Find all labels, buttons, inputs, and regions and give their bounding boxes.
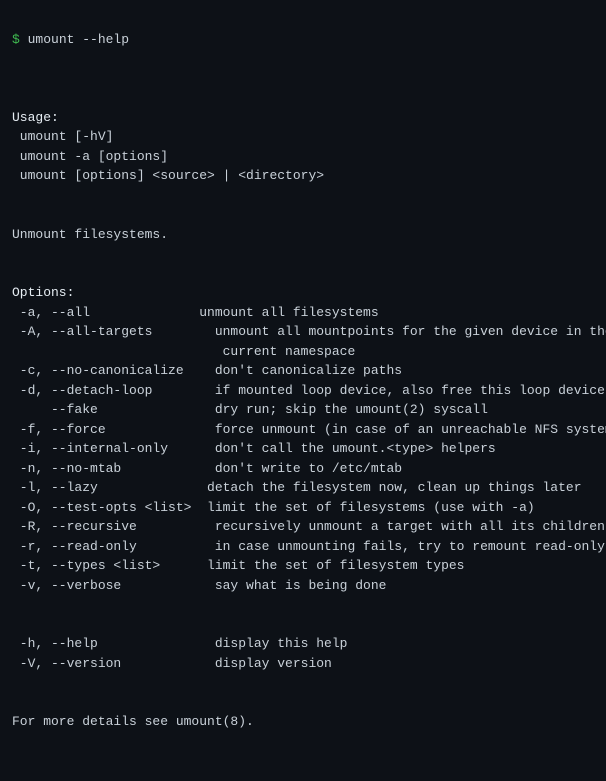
option-fake: --fake dry run; skip the umount(2) sysca… [12,402,488,417]
option-recursive: -R, --recursive recursively unmount a ta… [12,519,605,534]
footer-text: For more details see umount(8). [12,714,254,729]
option-force: -f, --force force unmount (in case of an… [12,422,606,437]
option-all: -a, --all unmount all filesystems [12,305,379,320]
option-lazy: -l, --lazy detach the filesystem now, cl… [12,480,582,495]
option-verbose: -v, --verbose say what is being done [12,578,386,593]
option-help: -h, --help display this help [12,636,347,651]
option-test-opts: -O, --test-opts <list> limit the set of … [12,500,535,515]
option-no-mtab: -n, --no-mtab don't write to /etc/mtab [12,461,402,476]
prompt-line: $ umount --help [12,32,129,47]
option-types: -t, --types <list> limit the set of file… [12,558,464,573]
usage-line-2: umount -a [options] [12,149,168,164]
prompt-symbol: $ [12,32,20,47]
usage-label: Usage: [12,110,59,125]
option-version: -V, --version display version [12,656,332,671]
usage-line-3: umount [options] <source> | <directory> [12,168,324,183]
option-read-only: -r, --read-only in case unmounting fails… [12,539,605,554]
option-all-targets-cont: current namespace [12,344,355,359]
options-label: Options: [12,285,74,300]
option-no-canon: -c, --no-canonicalize don't canonicalize… [12,363,402,378]
terminal-window: $ umount --help Usage: umount [-hV] umou… [12,10,594,771]
description: Unmount filesystems. [12,227,168,242]
option-internal: -i, --internal-only don't call the umoun… [12,441,496,456]
option-detach-loop: -d, --detach-loop if mounted loop device… [12,383,605,398]
option-all-targets: -A, --all-targets unmount all mountpoint… [12,324,606,339]
command-text: umount --help [20,32,129,47]
usage-line-1: umount [-hV] [12,129,113,144]
